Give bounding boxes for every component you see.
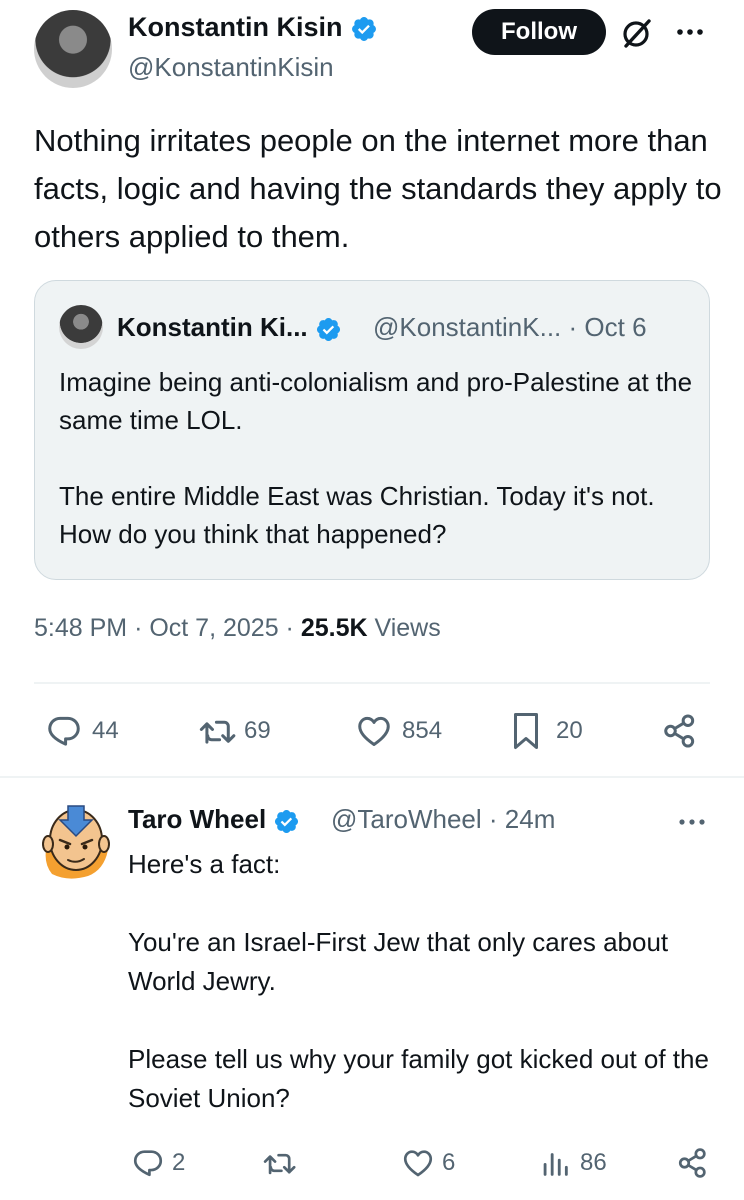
separator-dot: · bbox=[285, 614, 301, 642]
reply-button[interactable]: 44 bbox=[44, 712, 119, 750]
reply-repost-button[interactable] bbox=[260, 1146, 300, 1180]
tweet-date[interactable]: Oct 7, 2025 bbox=[149, 614, 278, 642]
reply-text: Here's a fact: You're an Israel-First Je… bbox=[128, 849, 709, 1113]
quoted-author-meta: @KonstantinK... · Oct 6 bbox=[373, 312, 647, 343]
reply-author-handle[interactable]: @TaroWheel bbox=[331, 804, 482, 834]
divider bbox=[34, 682, 710, 684]
quoted-tweet-text: Imagine being anti-colonialism and pro-P… bbox=[59, 363, 699, 553]
reply-author-name-row[interactable]: Taro Wheel bbox=[128, 804, 300, 835]
tweet-meta: 5:48 PM · Oct 7, 2025 · 25.5K Views bbox=[34, 614, 441, 643]
tweet-time[interactable]: 5:48 PM bbox=[34, 614, 127, 642]
like-icon bbox=[358, 716, 390, 746]
bookmark-icon bbox=[514, 713, 538, 749]
quoted-tweet-card[interactable]: Konstantin Ki... @KonstantinK... · Oct 6… bbox=[34, 280, 710, 580]
tweet-text: Nothing irritates people on the internet… bbox=[34, 123, 722, 254]
reply-views-button[interactable]: 86 bbox=[538, 1146, 607, 1180]
reply-author-meta: @TaroWheel · 24m bbox=[331, 804, 555, 835]
reply-icon bbox=[133, 1150, 163, 1177]
quoted-paragraph-1: Imagine being anti-colonialism and pro-P… bbox=[59, 367, 693, 435]
divider bbox=[0, 776, 744, 778]
bookmark-button[interactable]: 20 bbox=[508, 710, 583, 752]
quoted-paragraph-2: The entire Middle East was Christian. To… bbox=[59, 481, 655, 549]
reply-like-count: 6 bbox=[442, 1149, 456, 1176]
author-handle[interactable]: @KonstantinKisin bbox=[128, 52, 334, 83]
like-icon bbox=[403, 1150, 433, 1177]
share-icon bbox=[664, 714, 695, 748]
views-count: 25.5K bbox=[300, 614, 368, 642]
separator-dot: · bbox=[568, 312, 585, 342]
more-icon[interactable] bbox=[670, 18, 710, 46]
share-button[interactable] bbox=[660, 712, 700, 750]
reply-share-button[interactable] bbox=[676, 1146, 710, 1180]
reply-author-name[interactable]: Taro Wheel bbox=[128, 804, 266, 834]
reply-views-count: 86 bbox=[580, 1149, 607, 1176]
quoted-author-avatar bbox=[59, 305, 103, 349]
like-count: 854 bbox=[402, 717, 443, 744]
quoted-author-handle: @KonstantinK... bbox=[373, 312, 562, 342]
separator-dot: · bbox=[134, 614, 150, 642]
verified-badge-icon bbox=[316, 317, 340, 341]
verified-badge-icon bbox=[352, 16, 376, 41]
grok-icon[interactable] bbox=[620, 16, 654, 50]
author-avatar[interactable] bbox=[34, 10, 112, 88]
repost-button[interactable]: 69 bbox=[196, 712, 271, 750]
quoted-date: Oct 6 bbox=[584, 312, 647, 342]
more-icon[interactable] bbox=[672, 808, 712, 836]
reply-reply-button[interactable]: 2 bbox=[130, 1146, 185, 1180]
quoted-author-name-row: Konstantin Ki... bbox=[117, 312, 342, 343]
follow-button[interactable]: Follow bbox=[472, 9, 606, 55]
author-name-row[interactable]: Konstantin Kisin bbox=[128, 12, 378, 43]
author-name[interactable]: Konstantin Kisin bbox=[128, 12, 343, 42]
verified-badge-icon bbox=[275, 809, 299, 833]
views-label: Views bbox=[374, 614, 441, 642]
reply-count: 44 bbox=[92, 717, 119, 744]
like-button[interactable]: 854 bbox=[354, 712, 442, 750]
views-icon bbox=[543, 1153, 568, 1176]
reply-age[interactable]: 24m bbox=[505, 804, 556, 834]
share-icon bbox=[678, 1148, 706, 1178]
repost-count: 69 bbox=[244, 717, 271, 744]
reply-icon bbox=[48, 716, 80, 746]
reply-like-button[interactable]: 6 bbox=[400, 1146, 455, 1180]
reply-author-avatar[interactable] bbox=[38, 800, 114, 880]
separator-dot: · bbox=[488, 804, 505, 834]
quoted-author-name: Konstantin Ki... bbox=[117, 312, 308, 342]
repost-icon bbox=[263, 1153, 296, 1175]
bookmark-count: 20 bbox=[556, 717, 583, 744]
reply-reply-count: 2 bbox=[172, 1149, 186, 1176]
repost-icon bbox=[199, 720, 236, 744]
